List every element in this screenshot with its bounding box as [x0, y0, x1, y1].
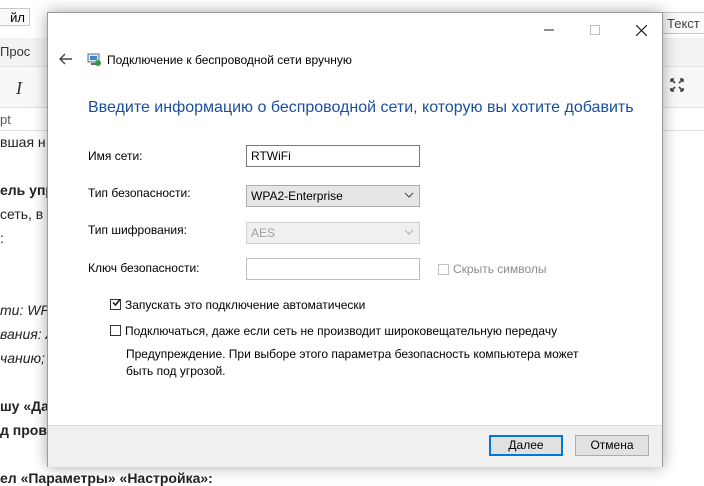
encryption-type-select: AES — [246, 222, 420, 244]
network-name-value: RTWiFi — [251, 149, 291, 163]
dialog-title: Подключение к беспроводной сети вручную — [107, 53, 352, 67]
security-type-label: Тип безопасности: — [88, 186, 191, 200]
bg-text-line: шу «Да — [0, 398, 49, 414]
checkmark-icon — [111, 297, 122, 311]
cancel-button[interactable]: Отмена — [575, 435, 649, 456]
chevron-down-icon — [404, 223, 414, 243]
manual-wifi-dialog: Подключение к беспроводной сети вручную … — [47, 12, 663, 467]
security-warning: Предупреждение. При выборе этого парамет… — [126, 347, 579, 378]
connect-hidden-checkbox[interactable] — [110, 325, 121, 336]
bg-text-line: : — [0, 230, 4, 246]
network-name-input[interactable]: RTWiFi — [246, 145, 420, 167]
auto-connect-label[interactable]: Запускать это подключение автоматически — [125, 298, 365, 312]
bg-menu-item[interactable]: Прос — [0, 44, 30, 59]
security-type-select[interactable]: WPA2-Enterprise — [246, 185, 420, 207]
connect-hidden-label[interactable]: Подключаться, даже если сеть не производ… — [125, 324, 557, 338]
page-heading: Введите информацию о беспроводной сети, … — [88, 99, 634, 116]
auto-connect-checkbox[interactable] — [110, 299, 121, 310]
security-type-value: WPA2-Enterprise — [251, 189, 343, 203]
network-name-label: Имя сети: — [88, 149, 143, 163]
maximize-button — [572, 13, 618, 45]
dialog-titlebar[interactable] — [48, 13, 662, 45]
bg-path-text: pt — [0, 112, 11, 127]
security-key-input — [246, 258, 420, 280]
next-button[interactable]: Далее — [489, 435, 563, 456]
expand-icon[interactable] — [670, 78, 684, 97]
hide-characters-label: Скрыть символы — [453, 262, 547, 276]
bg-tab-text[interactable]: Текст — [660, 12, 704, 34]
minimize-button[interactable] — [526, 13, 572, 45]
encryption-type-value: AES — [251, 226, 276, 240]
bg-text-line: сеть, в — [0, 206, 44, 222]
bg-text-line: ель упр — [0, 182, 54, 198]
bg-text-line: ел «Параметры» «Настройка»: — [0, 470, 213, 486]
back-arrow-icon[interactable] — [58, 51, 74, 67]
hide-characters-checkbox — [438, 264, 449, 275]
security-key-label: Ключ безопасности: — [88, 261, 200, 275]
dialog-footer: Далее Отмена — [48, 425, 662, 467]
encryption-type-label: Тип шифрования: — [88, 223, 187, 237]
bg-text-line: вшая н — [0, 134, 46, 150]
close-button[interactable] — [618, 13, 664, 45]
bg-tab-left[interactable]: йл — [0, 8, 30, 26]
chevron-down-icon — [404, 186, 414, 206]
italic-button[interactable]: I — [16, 78, 22, 99]
bg-text-line: чанию; — [0, 350, 45, 366]
wireless-network-icon — [86, 51, 102, 67]
